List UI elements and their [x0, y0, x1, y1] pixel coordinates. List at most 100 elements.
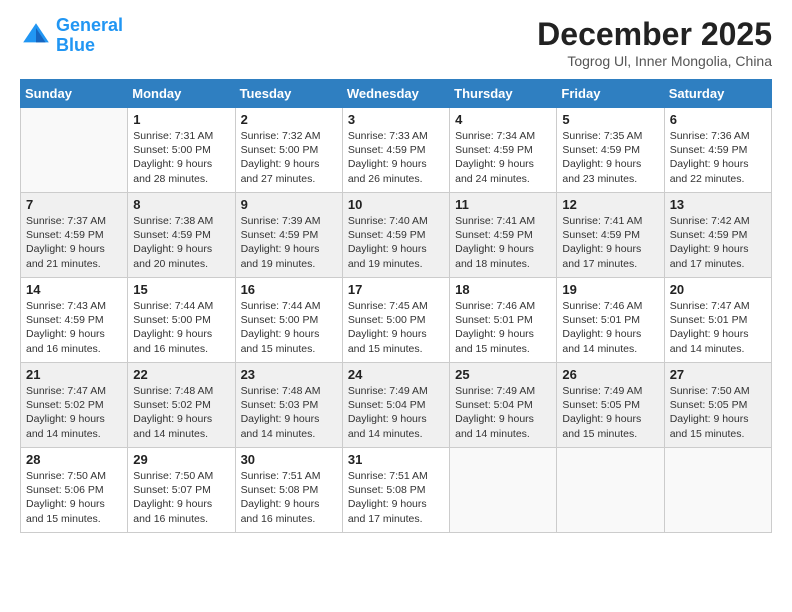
title-block: December 2025 Togrog Ul, Inner Mongolia,…: [537, 16, 772, 69]
day-info: Sunrise: 7:40 AMSunset: 4:59 PMDaylight:…: [348, 214, 444, 271]
day-number: 16: [241, 282, 337, 297]
day-info: Sunrise: 7:46 AMSunset: 5:01 PMDaylight:…: [455, 299, 551, 356]
day-number: 2: [241, 112, 337, 127]
calendar-week-row-4: 28 Sunrise: 7:50 AMSunset: 5:06 PMDayligh…: [21, 448, 772, 533]
calendar-cell: 7 Sunrise: 7:37 AMSunset: 4:59 PMDaylight…: [21, 193, 128, 278]
day-info: Sunrise: 7:32 AMSunset: 5:00 PMDaylight:…: [241, 129, 337, 186]
calendar-header-tuesday: Tuesday: [235, 80, 342, 108]
day-number: 22: [133, 367, 229, 382]
calendar-cell: 29Sunrise: 7:50 AMSunset: 5:07 PMDayligh…: [128, 448, 235, 533]
day-info: Sunrise: 7:37 AMSunset: 4:59 PMDaylight:…: [26, 214, 122, 271]
calendar-week-row-3: 21Sunrise: 7:47 AMSunset: 5:02 PMDayligh…: [21, 363, 772, 448]
calendar-table: SundayMondayTuesdayWednesdayThursdayFrid…: [20, 79, 772, 533]
day-number: 17: [348, 282, 444, 297]
calendar-cell: 9Sunrise: 7:39 AMSunset: 4:59 PMDaylight…: [235, 193, 342, 278]
calendar-cell: [450, 448, 557, 533]
calendar-header-thursday: Thursday: [450, 80, 557, 108]
header: General Blue December 2025 Togrog Ul, In…: [20, 16, 772, 69]
calendar-cell: 28 Sunrise: 7:50 AMSunset: 5:06 PMDayligh…: [21, 448, 128, 533]
day-number: 7: [26, 197, 122, 212]
calendar-header-saturday: Saturday: [664, 80, 771, 108]
calendar-cell: 30Sunrise: 7:51 AMSunset: 5:08 PMDayligh…: [235, 448, 342, 533]
day-info: Sunrise: 7:50 AMSunset: 5:05 PMDaylight:…: [670, 384, 766, 441]
day-info: Sunrise: 7:42 AMSunset: 4:59 PMDaylight:…: [670, 214, 766, 271]
day-number: 23: [241, 367, 337, 382]
calendar-header-sunday: Sunday: [21, 80, 128, 108]
day-info: Sunrise: 7:38 AMSunset: 4:59 PMDaylight:…: [133, 214, 229, 271]
day-info: Sunrise: 7:50 AMSunset: 5:06 PMDaylight:…: [26, 469, 122, 526]
month-title: December 2025: [537, 16, 772, 53]
logo-blue: Blue: [56, 35, 95, 55]
calendar-cell: 3 Sunrise: 7:33 AMSunset: 4:59 PMDaylight…: [342, 108, 449, 193]
day-number: 13: [670, 197, 766, 212]
calendar-cell: 21Sunrise: 7:47 AMSunset: 5:02 PMDayligh…: [21, 363, 128, 448]
calendar-cell: 11 Sunrise: 7:41 AMSunset: 4:59 PMDayligh…: [450, 193, 557, 278]
day-info: Sunrise: 7:46 AMSunset: 5:01 PMDaylight:…: [562, 299, 658, 356]
calendar-week-row-1: 7 Sunrise: 7:37 AMSunset: 4:59 PMDaylight…: [21, 193, 772, 278]
logo-text: General Blue: [56, 16, 123, 56]
day-number: 28: [26, 452, 122, 467]
day-info: Sunrise: 7:41 AMSunset: 4:59 PMDaylight:…: [455, 214, 551, 271]
calendar-cell: 15Sunrise: 7:44 AMSunset: 5:00 PMDayligh…: [128, 278, 235, 363]
day-info: Sunrise: 7:31 AMSunset: 5:00 PMDaylight:…: [133, 129, 229, 186]
day-number: 3: [348, 112, 444, 127]
calendar-header-wednesday: Wednesday: [342, 80, 449, 108]
calendar-header-friday: Friday: [557, 80, 664, 108]
day-number: 20: [670, 282, 766, 297]
day-number: 5: [562, 112, 658, 127]
calendar-cell: 20 Sunrise: 7:47 AMSunset: 5:01 PMDayligh…: [664, 278, 771, 363]
day-info: Sunrise: 7:43 AMSunset: 4:59 PMDaylight:…: [26, 299, 122, 356]
day-number: 1: [133, 112, 229, 127]
day-info: Sunrise: 7:49 AMSunset: 5:04 PMDaylight:…: [455, 384, 551, 441]
day-info: Sunrise: 7:36 AMSunset: 4:59 PMDaylight:…: [670, 129, 766, 186]
calendar-header-monday: Monday: [128, 80, 235, 108]
calendar-cell: 1 Sunrise: 7:31 AMSunset: 5:00 PMDaylight…: [128, 108, 235, 193]
day-info: Sunrise: 7:35 AMSunset: 4:59 PMDaylight:…: [562, 129, 658, 186]
calendar-week-row-2: 14 Sunrise: 7:43 AMSunset: 4:59 PMDayligh…: [21, 278, 772, 363]
day-number: 11: [455, 197, 551, 212]
day-info: Sunrise: 7:33 AMSunset: 4:59 PMDaylight:…: [348, 129, 444, 186]
calendar-cell: 17Sunrise: 7:45 AMSunset: 5:00 PMDayligh…: [342, 278, 449, 363]
calendar-cell: 13 Sunrise: 7:42 AMSunset: 4:59 PMDayligh…: [664, 193, 771, 278]
day-number: 12: [562, 197, 658, 212]
day-info: Sunrise: 7:41 AMSunset: 4:59 PMDaylight:…: [562, 214, 658, 271]
calendar-cell: [21, 108, 128, 193]
day-number: 19: [562, 282, 658, 297]
calendar-cell: 31Sunrise: 7:51 AMSunset: 5:08 PMDayligh…: [342, 448, 449, 533]
day-number: 6: [670, 112, 766, 127]
day-info: Sunrise: 7:49 AMSunset: 5:05 PMDaylight:…: [562, 384, 658, 441]
calendar-cell: 22 Sunrise: 7:48 AMSunset: 5:02 PMDayligh…: [128, 363, 235, 448]
calendar-cell: 10 Sunrise: 7:40 AMSunset: 4:59 PMDayligh…: [342, 193, 449, 278]
day-number: 29: [133, 452, 229, 467]
calendar-cell: 4Sunrise: 7:34 AMSunset: 4:59 PMDaylight…: [450, 108, 557, 193]
calendar-week-row-0: 1 Sunrise: 7:31 AMSunset: 5:00 PMDaylight…: [21, 108, 772, 193]
calendar-cell: [557, 448, 664, 533]
day-info: Sunrise: 7:44 AMSunset: 5:00 PMDaylight:…: [241, 299, 337, 356]
day-info: Sunrise: 7:51 AMSunset: 5:08 PMDaylight:…: [241, 469, 337, 526]
day-info: Sunrise: 7:48 AMSunset: 5:03 PMDaylight:…: [241, 384, 337, 441]
calendar-cell: 23 Sunrise: 7:48 AMSunset: 5:03 PMDayligh…: [235, 363, 342, 448]
day-number: 24: [348, 367, 444, 382]
day-number: 14: [26, 282, 122, 297]
day-number: 26: [562, 367, 658, 382]
day-number: 27: [670, 367, 766, 382]
calendar-cell: 16 Sunrise: 7:44 AMSunset: 5:00 PMDayligh…: [235, 278, 342, 363]
calendar-cell: 19 Sunrise: 7:46 AMSunset: 5:01 PMDayligh…: [557, 278, 664, 363]
day-info: Sunrise: 7:49 AMSunset: 5:04 PMDaylight:…: [348, 384, 444, 441]
day-number: 15: [133, 282, 229, 297]
day-number: 25: [455, 367, 551, 382]
calendar-cell: 26 Sunrise: 7:49 AMSunset: 5:05 PMDayligh…: [557, 363, 664, 448]
day-number: 8: [133, 197, 229, 212]
day-number: 31: [348, 452, 444, 467]
logo-icon: [20, 20, 52, 52]
calendar-header-row: SundayMondayTuesdayWednesdayThursdayFrid…: [21, 80, 772, 108]
calendar-cell: 2 Sunrise: 7:32 AMSunset: 5:00 PMDaylight…: [235, 108, 342, 193]
page: General Blue December 2025 Togrog Ul, In…: [0, 0, 792, 612]
day-number: 10: [348, 197, 444, 212]
day-info: Sunrise: 7:47 AMSunset: 5:01 PMDaylight:…: [670, 299, 766, 356]
day-info: Sunrise: 7:48 AMSunset: 5:02 PMDaylight:…: [133, 384, 229, 441]
calendar-cell: 24 Sunrise: 7:49 AMSunset: 5:04 PMDayligh…: [342, 363, 449, 448]
day-number: 18: [455, 282, 551, 297]
logo: General Blue: [20, 16, 123, 56]
calendar-cell: 25 Sunrise: 7:49 AMSunset: 5:04 PMDayligh…: [450, 363, 557, 448]
